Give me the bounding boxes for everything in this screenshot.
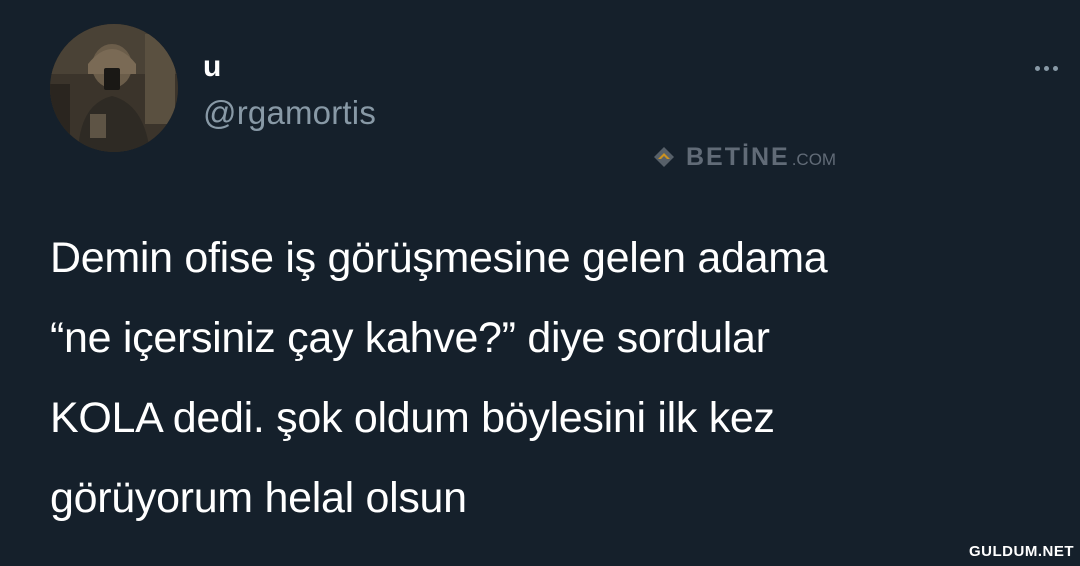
user-handle[interactable]: @rgamortis — [203, 96, 376, 129]
avatar[interactable] — [50, 24, 178, 152]
more-dot — [1043, 65, 1049, 71]
watermark-guldum: GULDUM.NET — [969, 543, 1074, 560]
display-name[interactable]: u — [203, 52, 221, 82]
more-options-button[interactable] — [1024, 58, 1068, 78]
avatar-photo — [50, 24, 178, 152]
tweet-text: Demin ofise iş görüşmesine gelen adama “… — [50, 234, 828, 522]
watermark-betine: BETİNE .COM — [652, 143, 836, 171]
more-dot — [1034, 65, 1040, 71]
watermark-brand: BETİNE — [686, 142, 790, 171]
watermark-tld: .COM — [791, 149, 837, 169]
betine-logo-icon — [654, 147, 674, 167]
tweet-card: u @rgamortis BETİNE .COM Demin ofise iş … — [0, 0, 1080, 566]
more-dot — [1052, 65, 1058, 71]
